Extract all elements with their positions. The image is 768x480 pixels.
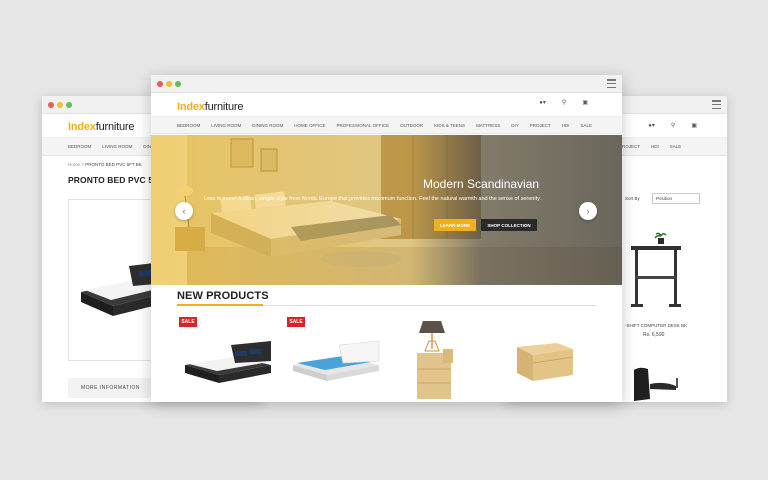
user-icon[interactable]: ●▾: [648, 122, 655, 129]
hero-title: Modern Scandinavian: [423, 177, 540, 191]
search-icon[interactable]: ⚲: [671, 122, 675, 129]
close-dot-icon[interactable]: [48, 102, 54, 108]
site-header: Indexfurniture ●▾ ⚲ ▣: [151, 93, 622, 117]
cart-icon[interactable]: ▣: [582, 99, 588, 106]
nav-item-project[interactable]: ROJECT: [622, 144, 640, 149]
sort-select[interactable]: Position: [652, 193, 700, 204]
hero-description: Less is more! A clean, simple style from…: [203, 196, 541, 202]
user-icon[interactable]: ●▾: [539, 99, 546, 106]
menu-icon[interactable]: [607, 79, 616, 88]
product-name[interactable]: -SHIFT COMPUTER DESK BK: [625, 323, 687, 328]
sort-label: Sort By: [625, 196, 640, 201]
shop-collection-button[interactable]: SHOP COLLECTION: [481, 219, 537, 231]
header-icons: ●▾ ⚲ ▣: [648, 122, 697, 129]
black-bed-product[interactable]: [181, 337, 273, 385]
new-products-heading: NEW PRODUCTS: [177, 290, 269, 302]
sale-badge: SALE: [179, 317, 197, 327]
nav-item-mattress[interactable]: MATTRESS: [476, 123, 500, 128]
nav-item-diy[interactable]: DIY: [511, 123, 519, 128]
nav-item-project[interactable]: PROJECT: [530, 123, 551, 128]
section-divider-accent: [177, 304, 263, 306]
minimize-dot-icon[interactable]: [166, 81, 172, 87]
cart-icon[interactable]: ▣: [691, 122, 697, 129]
close-dot-icon[interactable]: [157, 81, 163, 87]
nav-item-hdi[interactable]: HDI: [651, 144, 659, 149]
computer-desk-image[interactable]: [625, 232, 685, 318]
breadcrumb-home[interactable]: Home: [68, 162, 80, 167]
main-nav: BEDROOM LIVING ROOM DINING ROOM HOME OFF…: [151, 117, 622, 134]
nav-item-home-office[interactable]: HOME OFFICE: [294, 123, 325, 128]
lamp-nightstand-product[interactable]: [409, 319, 457, 402]
menu-icon[interactable]: [712, 100, 721, 109]
window-controls: [157, 81, 181, 87]
hero-overlay: [151, 135, 622, 285]
sale-badge: SALE: [287, 317, 305, 327]
breadcrumb-separator: >: [81, 162, 84, 167]
hero-slider: Modern Scandinavian Less is more! A clea…: [151, 135, 622, 285]
maximize-dot-icon[interactable]: [175, 81, 181, 87]
nav-item-kids-teens[interactable]: KIDS & TEENS: [434, 123, 465, 128]
nav-item-dining-room[interactable]: DINING ROOM: [252, 123, 283, 128]
breadcrumb-current: PRONTO BED PVC 5FT BK: [85, 162, 142, 167]
maximize-dot-icon[interactable]: [66, 102, 72, 108]
nav-item-sale[interactable]: SALE: [581, 123, 593, 128]
slider-next-arrow-icon[interactable]: ›: [579, 202, 597, 220]
nav-item-bedroom[interactable]: BEDROOM: [68, 144, 91, 149]
nav-item-living-room[interactable]: LIVING ROOM: [102, 144, 132, 149]
white-bed-product[interactable]: [289, 337, 381, 385]
site-logo[interactable]: Indexfurniture: [177, 101, 243, 113]
office-chair-image[interactable]: [628, 366, 688, 402]
nav-item-hdi[interactable]: HDI: [562, 123, 570, 128]
nav-item-living-room[interactable]: LIVING ROOM: [211, 123, 241, 128]
nav-item-bedroom[interactable]: BEDROOM: [177, 123, 200, 128]
learn-more-button[interactable]: LEARN MORE: [434, 219, 476, 231]
nav-item-professional-office[interactable]: PROFESSIONAL OFFICE: [337, 123, 390, 128]
minimize-dot-icon[interactable]: [57, 102, 63, 108]
wooden-chest-product[interactable]: [513, 337, 577, 385]
header-icons: ●▾ ⚲ ▣: [539, 99, 588, 106]
window-titlebar: [151, 75, 622, 93]
nav-item-outdoor[interactable]: OUTDOOR: [400, 123, 423, 128]
product-title: PRONTO BED PVC 5FT: [68, 175, 164, 185]
more-information-tab[interactable]: MORE INFORMATION: [68, 378, 153, 398]
site-logo[interactable]: Indexfurniture: [68, 121, 134, 133]
breadcrumb: Home > PRONTO BED PVC 5FT BK: [68, 162, 142, 167]
search-icon[interactable]: ⚲: [562, 99, 566, 106]
homepage-window: Indexfurniture ●▾ ⚲ ▣ BEDROOM LIVING ROO…: [151, 75, 622, 402]
window-controls: [48, 102, 72, 108]
product-price: Rs. 6,590: [643, 332, 665, 338]
nav-item-sale[interactable]: SALE: [670, 144, 682, 149]
slider-prev-arrow-icon[interactable]: ‹: [175, 202, 193, 220]
